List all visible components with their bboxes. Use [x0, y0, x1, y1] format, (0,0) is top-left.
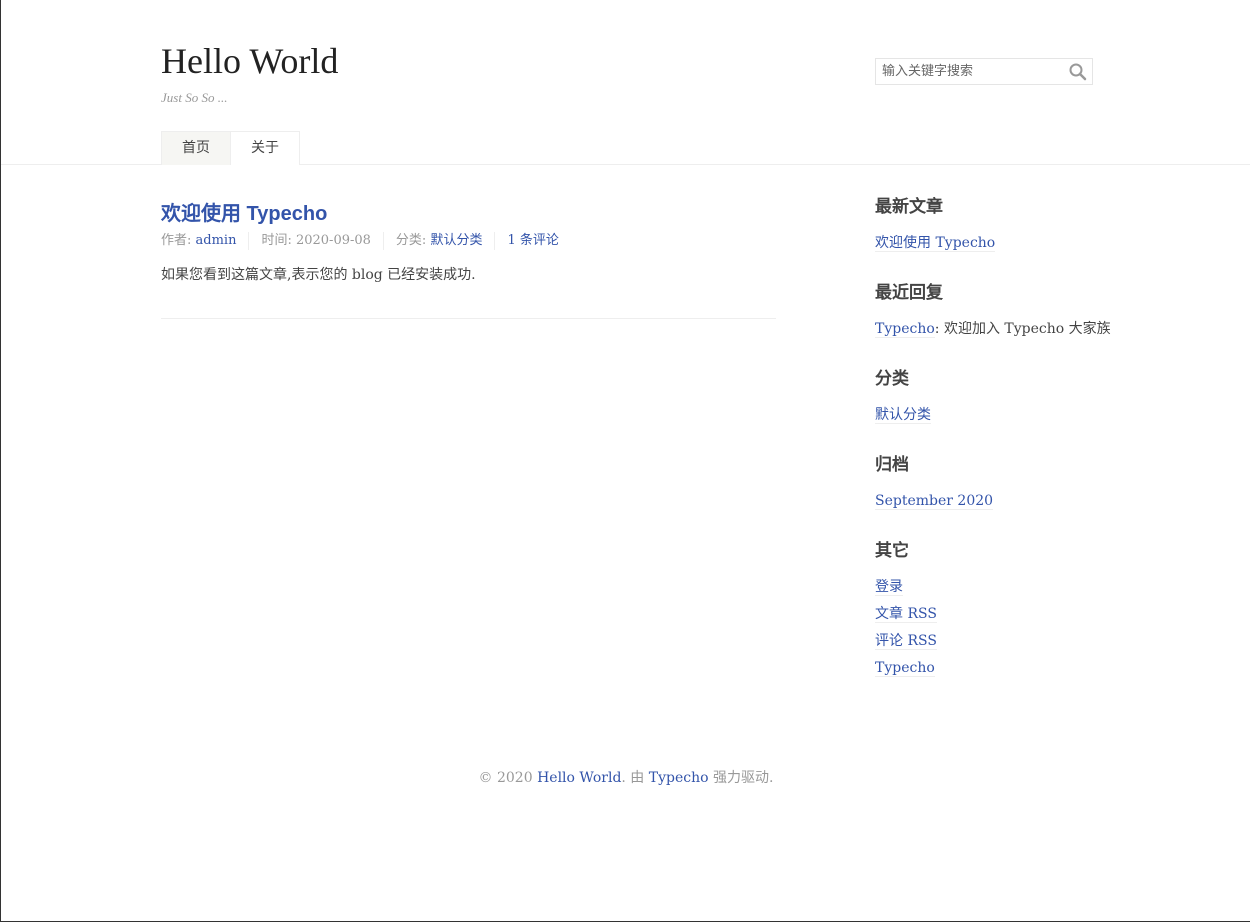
list-item: Typecho: 欢迎加入 Typecho 大家族 [875, 320, 1115, 338]
widget-title: 其它 [875, 541, 909, 561]
post-comments: 1 条评论 [494, 232, 570, 250]
widget-recent-comments: 最近回复 Typecho: 欢迎加入 Typecho 大家族 [875, 282, 1115, 338]
widget-categories: 分类 默认分类 [875, 368, 1115, 424]
sidebar: 最新文章 欢迎使用 Typecho 最近回复 Typecho: 欢迎加入 Typ… [875, 196, 1115, 707]
widget-title: 最新文章 [875, 197, 943, 217]
author-label: 作者: [161, 233, 196, 248]
post-category: 分类: 默认分类 [382, 232, 495, 250]
category-link[interactable]: 默认分类 [875, 407, 931, 424]
site-footer: © 2020 Hello World. 由 Typecho 强力驱动. [1, 767, 1250, 787]
list-item: Typecho [875, 659, 1115, 677]
search-form [875, 58, 1093, 85]
widget-recent-posts: 最新文章 欢迎使用 Typecho [875, 196, 1115, 252]
comments-rss-link[interactable]: 评论 RSS [875, 633, 937, 650]
widget-title: 分类 [875, 369, 909, 389]
archive-link[interactable]: September 2020 [875, 493, 994, 510]
nav-item-about[interactable]: 关于 [230, 131, 300, 165]
search-icon [1069, 63, 1087, 81]
widget-archives: 归档 September 2020 [875, 454, 1115, 510]
footer-powered-text: 强力驱动. [708, 770, 774, 786]
comment-author-link[interactable]: Typecho [875, 321, 935, 338]
category-label: 分类: [395, 233, 431, 248]
nav-item-home[interactable]: 首页 [161, 131, 231, 165]
post-divider [161, 318, 776, 319]
main-nav: 首页 关于 [161, 131, 300, 165]
search-button[interactable] [1068, 62, 1088, 82]
comment-text: : 欢迎加入 Typecho 大家族 [934, 321, 1111, 337]
post-meta: 作者: admin 时间: 2020-09-08 分类: 默认分类 1 条评论 [161, 232, 571, 250]
site-header: Hello World Just So So ... 首页 关于 [1, 0, 1250, 165]
posts-rss-link[interactable]: 文章 RSS [875, 606, 937, 623]
post-title[interactable]: 欢迎使用 Typecho [161, 197, 327, 226]
post-author: 作者: admin [161, 232, 248, 250]
typecho-link[interactable]: Typecho [875, 660, 935, 677]
footer-by-text: . 由 [621, 770, 649, 786]
widget-title: 最近回复 [875, 283, 943, 303]
time-value: 2020-09-08 [295, 233, 371, 248]
list-item: 文章 RSS [875, 605, 1115, 623]
category-link[interactable]: 默认分类 [430, 233, 482, 248]
list-item: 评论 RSS [875, 632, 1115, 650]
list-item: 欢迎使用 Typecho [875, 234, 1115, 252]
list-item: September 2020 [875, 492, 1115, 510]
search-input[interactable] [876, 59, 1062, 84]
site-description: Just So So ... [161, 90, 228, 105]
post-time: 时间: 2020-09-08 [248, 232, 382, 250]
list-item: 默认分类 [875, 406, 1115, 424]
author-link[interactable]: admin [196, 233, 237, 248]
widget-title: 归档 [875, 455, 909, 475]
comments-link[interactable]: 1 条评论 [507, 233, 558, 248]
recent-post-link[interactable]: 欢迎使用 Typecho [875, 235, 996, 252]
list-item: 登录 [875, 578, 1115, 596]
footer-site-link[interactable]: Hello World [537, 770, 621, 786]
time-label: 时间: [261, 233, 296, 248]
footer-typecho-link[interactable]: Typecho [649, 770, 709, 786]
site-title[interactable]: Hello World [161, 40, 338, 82]
copyright-text: © 2020 [478, 770, 538, 786]
widget-misc: 其它 登录 文章 RSS 评论 RSS Typecho [875, 540, 1115, 677]
post-content: 如果您看到这篇文章,表示您的 blog 已经安装成功. [161, 267, 476, 283]
login-link[interactable]: 登录 [875, 579, 903, 596]
